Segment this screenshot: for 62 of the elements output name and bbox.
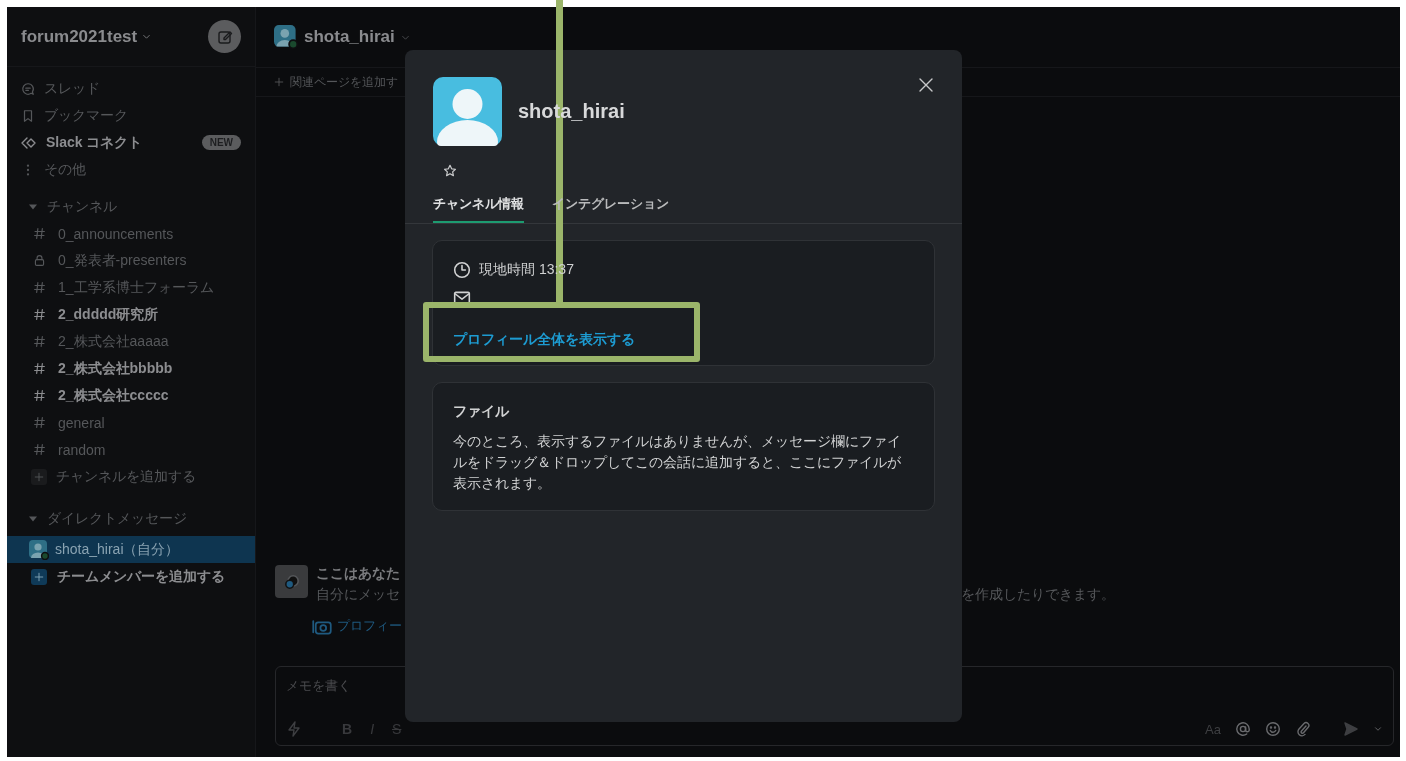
profile-link[interactable]: プロフィー <box>337 617 402 635</box>
section-title[interactable]: ダイレクトメッセージ <box>47 509 187 528</box>
intro-title: ここはあなた <box>316 565 401 583</box>
send-icon[interactable] <box>1343 721 1359 737</box>
caret-icon[interactable] <box>1373 724 1383 734</box>
avatar-icon <box>433 77 502 146</box>
chevron-down-icon[interactable] <box>142 32 152 41</box>
star-icon <box>443 164 457 178</box>
files-title: ファイル <box>453 403 510 421</box>
avatar-icon <box>29 539 49 560</box>
add-bookmark-link[interactable]: 関連ページを追加す <box>290 73 398 91</box>
compose-icon <box>216 28 233 45</box>
nav-item[interactable]: その他 <box>44 160 86 179</box>
view-profile-link[interactable]: プロフィール全体を表示する <box>453 331 635 349</box>
channel-item[interactable]: 0_発表者-presenters <box>58 251 187 270</box>
clock-icon <box>453 261 471 279</box>
close-icon <box>918 77 934 93</box>
channel-item[interactable]: 2_株式会社ccccc <box>58 386 169 405</box>
add-channel-link[interactable]: チャンネルを追加する <box>56 467 196 486</box>
at-icon[interactable] <box>1235 721 1251 737</box>
avatar-icon <box>274 25 298 49</box>
plus-icon <box>34 471 44 482</box>
hash-icon <box>33 389 46 402</box>
hash-icon <box>33 227 46 240</box>
nav-item[interactable]: ブックマーク <box>44 106 128 125</box>
intro-text: を作成したりできます。 <box>961 586 1115 604</box>
lightning-icon[interactable] <box>286 721 302 737</box>
channel-item[interactable]: 2_株式会社bbbbb <box>58 359 173 378</box>
emoji-icon[interactable] <box>1265 721 1281 737</box>
hash-icon <box>33 416 46 429</box>
files-message: 今のところ、表示するファイルはありませんが、メッセージ欄にファイルをドラッグ＆ドロップしてこの会話に追加すると、ここにファイルが表示されます。 <box>453 432 902 493</box>
intro-text: 自分にメッセ <box>316 586 401 604</box>
channel-item[interactable]: 0_announcements <box>58 225 174 242</box>
add-member-link[interactable]: チームメンバーを追加する <box>57 567 225 586</box>
lock-icon <box>33 254 46 267</box>
bookmark-icon <box>21 108 35 123</box>
nav-item[interactable]: スレッド <box>44 79 100 98</box>
dm-item[interactable]: shota_hirai（自分） <box>7 536 255 563</box>
channel-item[interactable]: 1_工学系博士フォーラム <box>58 278 214 297</box>
plus-icon <box>34 571 44 582</box>
new-badge: NEW <box>201 135 241 150</box>
channel-item[interactable]: 2_ddddd研究所 <box>58 305 159 324</box>
channel-item[interactable]: random <box>58 441 106 458</box>
hash-icon <box>33 308 46 321</box>
paperclip-icon[interactable] <box>1295 721 1311 737</box>
plus-icon <box>274 77 284 87</box>
channel-item[interactable]: 2_株式会社aaaaa <box>58 332 169 351</box>
hash-icon <box>33 443 46 456</box>
workspace-name[interactable]: forum2021test <box>21 26 138 47</box>
channel-item[interactable]: general <box>58 414 105 431</box>
section-title[interactable]: チャンネル <box>47 197 117 216</box>
hash-icon <box>33 281 46 294</box>
tab[interactable]: チャンネル情報 <box>433 191 524 223</box>
collapse-triangle-icon[interactable] <box>29 202 37 211</box>
hash-icon <box>33 335 46 348</box>
collapse-triangle-icon[interactable] <box>29 514 37 523</box>
channel-title[interactable]: shota_hirai <box>304 27 395 47</box>
compose-button[interactable] <box>208 20 241 53</box>
thread-icon <box>21 81 35 96</box>
nav-item[interactable]: Slack コネクト <box>46 133 143 152</box>
hash-icon <box>33 362 46 375</box>
bubble-drawing <box>282 572 301 591</box>
